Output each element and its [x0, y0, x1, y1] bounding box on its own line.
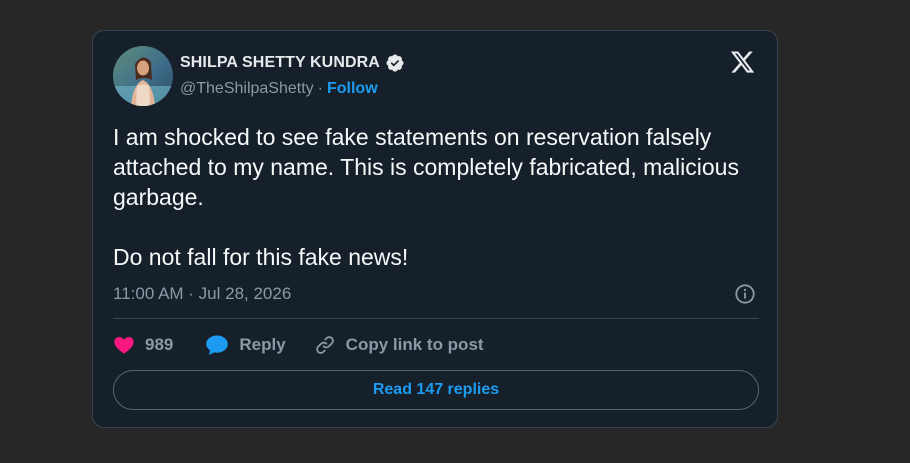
divider — [113, 318, 759, 319]
read-replies-button[interactable]: Read 147 replies — [113, 370, 759, 410]
action-bar: 989 Reply Copy link to post — [113, 332, 484, 358]
info-icon[interactable] — [734, 283, 756, 305]
copy-link-label: Copy link to post — [345, 335, 484, 354]
x-logo-icon[interactable] — [729, 49, 756, 75]
link-icon — [315, 336, 334, 354]
tweet-paragraph: I am shocked to see fake statements on r… — [113, 124, 739, 210]
read-replies-label: Read 147 replies — [372, 381, 500, 398]
reply-label: Reply — [239, 335, 286, 354]
copy-link-button[interactable]: Copy link to post — [314, 334, 484, 356]
tweet-text: I am shocked to see fake statements on r… — [113, 122, 763, 272]
tweet-card: SHILPA SHETTY KUNDRA @TheShilpaShetty · … — [92, 30, 778, 428]
like-count: 989 — [145, 335, 174, 354]
reply-button[interactable]: Reply — [205, 334, 286, 356]
verified-badge-icon — [386, 54, 404, 72]
heart-icon — [114, 337, 134, 354]
tweet-paragraph: Do not fall for this fake news! — [113, 244, 409, 270]
follow-button[interactable]: Follow — [327, 80, 378, 98]
like-button[interactable]: 989 — [113, 334, 173, 356]
author-name[interactable]: SHILPA SHETTY KUNDRA — [180, 54, 380, 72]
reply-bubble-icon — [206, 335, 229, 355]
avatar[interactable] — [113, 46, 173, 106]
author-handle[interactable]: @TheShilpaShetty — [180, 80, 314, 98]
timestamp[interactable]: 11:00 AM · Jul 28, 2026 — [113, 284, 291, 304]
separator-dot: · — [317, 80, 323, 97]
